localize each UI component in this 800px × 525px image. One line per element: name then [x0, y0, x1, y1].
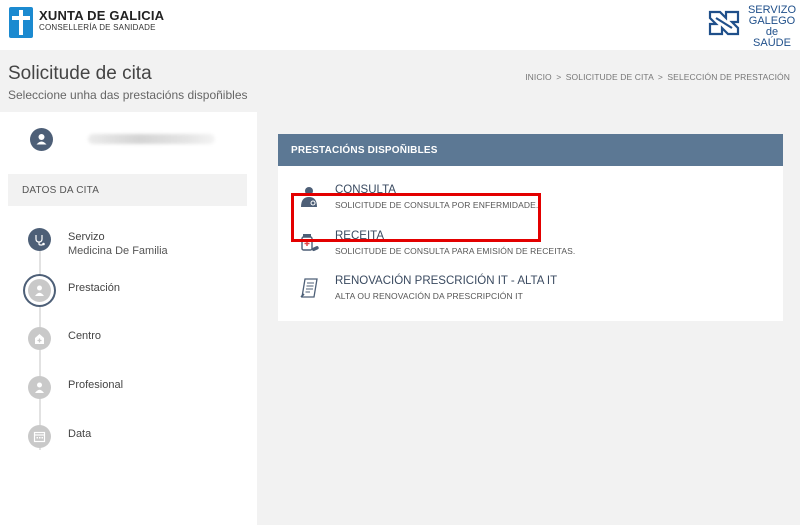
calendar-icon — [28, 425, 51, 448]
breadcrumb-separator: > — [657, 72, 663, 82]
option-description: SOLICITUDE DE CONSULTA PARA EMISIÓN DE R… — [335, 246, 576, 256]
breadcrumb-item-solicitude[interactable]: SOLICITUDE DE CITA — [566, 72, 654, 82]
page-title: Solicitude de cita — [8, 63, 152, 84]
avatar — [30, 128, 53, 151]
panel-title: PRESTACIÓNS DISPOÑIBLES — [278, 134, 783, 166]
user-icon — [28, 376, 51, 399]
sergas-logo-icon — [708, 10, 740, 36]
xunta-subtitle: CONSELLERÍA DE SANIDADE — [39, 23, 156, 32]
page-subtitle: Seleccione unha das prestacións dispoñib… — [8, 88, 248, 102]
top-header: XUNTA DE GALICIA CONSELLERÍA DE SANIDADE… — [0, 0, 800, 50]
step-label: Servizo — [68, 231, 105, 243]
document-pen-icon — [300, 278, 318, 298]
hospital-icon — [28, 327, 51, 350]
breadcrumb: INICIO > SOLICITUDE DE CITA > SELECCIÓN … — [525, 72, 790, 82]
step-label: Profesional — [68, 379, 124, 391]
prestacions-panel: PRESTACIÓNS DISPOÑIBLES CONSULTA SOLICIT… — [278, 134, 783, 321]
user-icon — [28, 279, 51, 302]
breadcrumb-item-inicio[interactable]: INICIO — [525, 72, 552, 82]
user-icon — [36, 134, 47, 145]
title-band: Solicitude de cita Seleccione unha das p… — [0, 50, 800, 112]
option-renovacion-it[interactable]: RENOVACIÓN PRESCRICIÓN IT - ALTA IT ALTA… — [300, 273, 770, 309]
step-value: Medicina De Familia — [68, 245, 168, 257]
selection-highlight-box — [291, 193, 541, 242]
xunta-title: XUNTA DE GALICIA — [39, 8, 165, 23]
breadcrumb-separator: > — [556, 72, 562, 82]
xunta-logo-icon — [9, 7, 33, 38]
breadcrumb-item-current: SELECCIÓN DE PRESTACIÓN — [667, 72, 790, 82]
sidebar: DATOS DA CITA Servizo Medicina De Famili… — [0, 112, 257, 525]
option-title: RENOVACIÓN PRESCRICIÓN IT - ALTA IT — [335, 275, 558, 287]
sergas-logo-text: SERVIZO GALEGO de SAÚDE — [747, 4, 797, 49]
step-label: Prestación — [68, 282, 120, 294]
option-description: ALTA OU RENOVACIÓN DA PRESCRIPCIÓN IT — [335, 291, 523, 301]
stethoscope-icon — [28, 228, 51, 251]
main-content: PRESTACIÓNS DISPOÑIBLES CONSULTA SOLICIT… — [257, 112, 800, 525]
user-name-redacted — [88, 134, 215, 144]
datos-cita-header: DATOS DA CITA — [8, 174, 247, 206]
step-label: Data — [68, 428, 92, 440]
step-label: Centro — [68, 330, 102, 342]
